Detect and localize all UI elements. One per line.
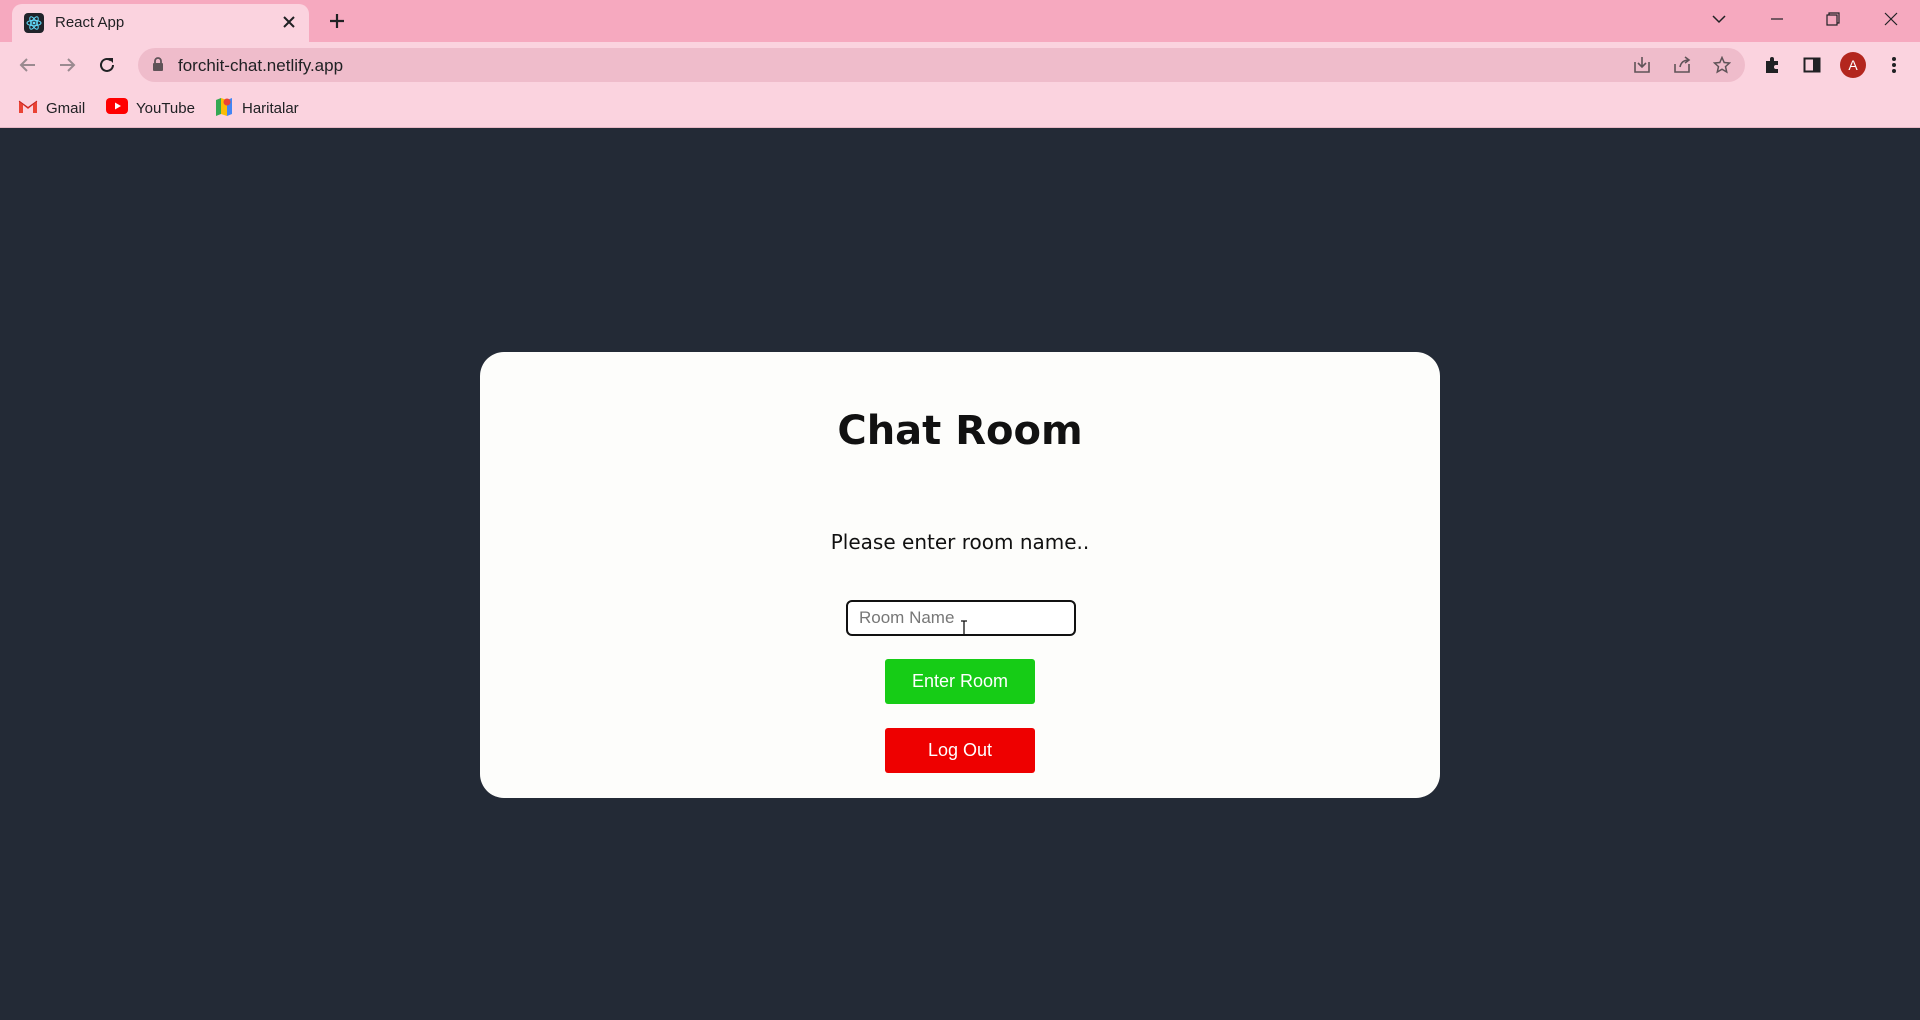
address-bar[interactable]: forchit-chat.netlify.app (138, 48, 1745, 82)
side-panel-icon[interactable] (1798, 51, 1826, 79)
logout-button[interactable]: Log Out (885, 728, 1035, 773)
reload-icon[interactable] (93, 51, 121, 79)
forward-icon[interactable] (53, 51, 81, 79)
page-title: Chat Room (837, 408, 1083, 454)
room-name-prompt: Please enter room name.. (830, 530, 1090, 554)
bookmark-label: Haritalar (242, 99, 299, 117)
minimize-icon[interactable] (1762, 6, 1792, 32)
new-tab-icon[interactable] (325, 9, 349, 33)
bookmark-star-icon[interactable] (1710, 53, 1734, 77)
extensions-icon[interactable] (1758, 51, 1786, 79)
bookmark-label: Gmail (46, 99, 86, 117)
tab-search-icon[interactable] (1704, 6, 1734, 32)
gmail-icon (18, 99, 38, 118)
profile-avatar[interactable]: A (1840, 52, 1866, 78)
bookmark-label: YouTube (136, 99, 195, 117)
tab-strip: React App (0, 0, 1920, 42)
bookmark-maps[interactable]: Haritalar (214, 96, 299, 120)
share-icon[interactable] (1670, 53, 1694, 77)
browser-toolbar: forchit-chat.netlify.app A (0, 42, 1920, 88)
bookmarks-bar: Gmail YouTube Haritalar (0, 88, 1920, 128)
close-window-icon[interactable] (1876, 6, 1906, 32)
enter-room-button[interactable]: Enter Room (885, 659, 1035, 704)
youtube-icon (106, 98, 128, 118)
bookmark-gmail[interactable]: Gmail (18, 96, 85, 120)
url-text: forchit-chat.netlify.app (178, 56, 344, 75)
browser-tab[interactable]: React App (12, 4, 309, 42)
text-cursor-icon (959, 620, 969, 641)
more-menu-icon[interactable] (1880, 51, 1908, 79)
chat-room-card: Chat Room Please enter room name.. Enter… (480, 352, 1440, 798)
restore-icon[interactable] (1818, 6, 1848, 32)
close-tab-icon[interactable] (279, 12, 299, 32)
install-app-icon[interactable] (1630, 53, 1654, 77)
maps-icon (214, 96, 234, 120)
tab-title: React App (55, 14, 125, 31)
bookmark-youtube[interactable]: YouTube (106, 96, 195, 120)
lock-icon[interactable] (152, 57, 164, 77)
back-icon[interactable] (14, 51, 42, 79)
react-logo-icon (24, 13, 44, 33)
